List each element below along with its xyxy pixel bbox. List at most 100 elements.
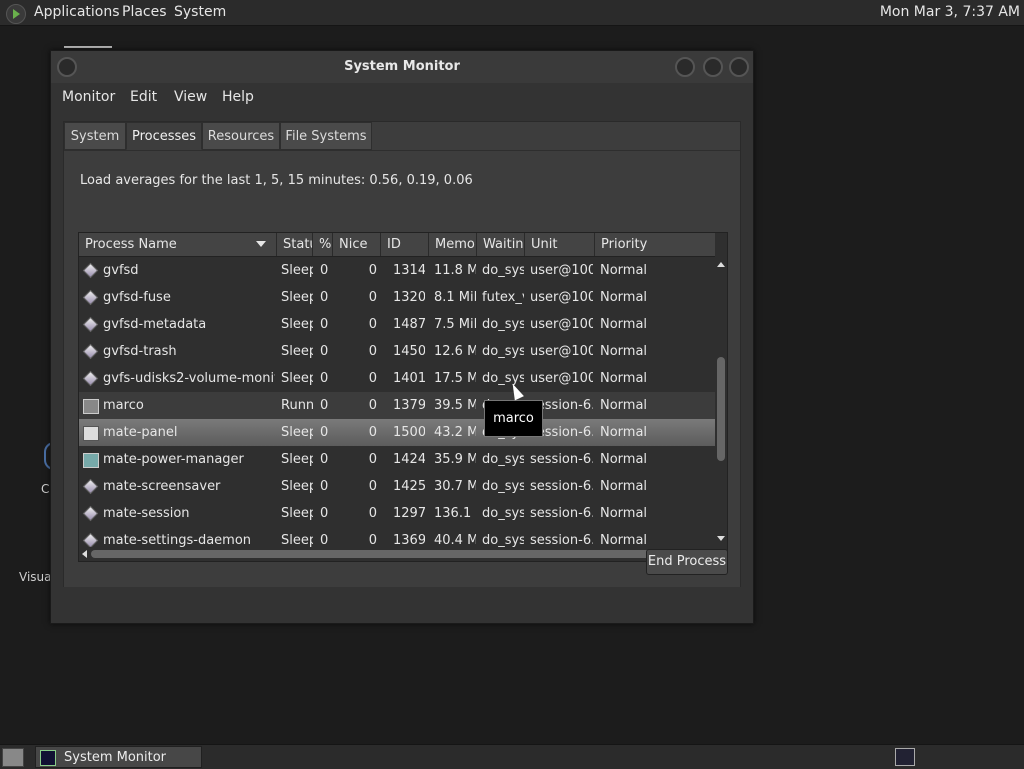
clock[interactable]: Mon Mar 3, 7:37 AM (880, 4, 1020, 20)
cell-unit: session-6. (530, 533, 593, 547)
table-row[interactable]: gvfsd-metadata Sleep 0 0 1487 7.5 MiE do_sys us… (79, 311, 715, 338)
column-status[interactable]: Statu (277, 233, 313, 256)
workspace-switcher-icon[interactable] (895, 748, 915, 766)
tab-resources[interactable]: Resources (202, 122, 280, 150)
places-menu[interactable]: Places (122, 4, 167, 20)
cell-cpu: 0 (320, 506, 329, 521)
maximize-button[interactable] (703, 57, 723, 77)
table-row[interactable]: gvfs-udisks2-volume-monitor Sleep 0 0 1401 17… (79, 365, 715, 392)
cell-nice: 0 (368, 479, 377, 494)
cell-status: Sleep (281, 479, 313, 494)
cell-memory: 39.5 M (434, 398, 476, 413)
top-panel: Applications Places System Mon Mar 3, 7:… (0, 0, 1024, 26)
show-desktop-icon[interactable] (2, 748, 24, 767)
column-id[interactable]: ID (381, 233, 429, 256)
horizontal-scrollbar[interactable] (79, 547, 715, 561)
table-row[interactable]: mate-panelSleep00150043.2 Mdo_syssession… (79, 419, 715, 446)
cell-status: Sleep (281, 506, 313, 521)
cell-id: 1314 (393, 263, 425, 278)
cell-unit: session-6. (530, 506, 593, 521)
applications-menu[interactable]: Applications (34, 4, 120, 20)
table-row[interactable]: mate-screensaver Sleep 0 0 1425 30.7 M do_sys s… (79, 473, 715, 500)
cell-memory: 40.4 M (434, 533, 476, 547)
cell-name: gvfsd (103, 263, 139, 278)
cell-cpu: 0 (320, 425, 329, 440)
process-table: Process Name Statu % Nice ID Memor Waiti… (78, 232, 728, 562)
cell-id: 1500 (393, 425, 425, 440)
column-memory[interactable]: Memor (429, 233, 477, 256)
cell-waiting: futex_v (482, 290, 524, 305)
process-diamond-icon (82, 478, 99, 495)
vertical-scrollbar[interactable] (715, 257, 727, 547)
cell-id: 1401 (393, 371, 425, 386)
table-row[interactable]: gvfsd-trash Sleep 0 0 1450 12.6 Mi do_sys user@… (79, 338, 715, 365)
taskbar-button-system-monitor[interactable]: System Monitor (35, 746, 202, 768)
tab-processes[interactable]: Processes (126, 122, 202, 150)
scroll-up-icon[interactable] (717, 262, 725, 267)
desktop-icon-label[interactable]: C (41, 482, 49, 496)
desktop-icon-fragment (64, 46, 112, 48)
cell-status: Sleep (281, 263, 313, 278)
cell-priority: Normal (600, 371, 648, 386)
menu-view[interactable]: View (174, 89, 207, 105)
cell-priority: Normal (600, 425, 648, 440)
column-cpu-percent[interactable]: % (313, 233, 333, 256)
cell-status: Sleep (281, 344, 313, 359)
menu-monitor[interactable]: Monitor (62, 89, 115, 105)
tab-file-systems[interactable]: File Systems (280, 122, 372, 150)
cell-nice: 0 (368, 533, 377, 547)
cell-memory: 35.9 M (434, 452, 476, 467)
cell-nice: 0 (368, 290, 377, 305)
column-nice[interactable]: Nice (333, 233, 381, 256)
scroll-thumb-horizontal[interactable] (91, 550, 683, 558)
column-priority[interactable]: Priority (595, 233, 715, 256)
cell-id: 1424 (393, 452, 425, 467)
cell-unit: user@1000 (530, 371, 593, 386)
minimize-button[interactable] (675, 57, 695, 77)
tooltip: marco (484, 400, 543, 437)
cell-unit: session-6. (530, 479, 593, 494)
process-diamond-icon (82, 532, 99, 547)
cell-name: marco (103, 398, 144, 413)
menu-help[interactable]: Help (222, 89, 254, 105)
close-button[interactable] (729, 57, 749, 77)
cell-id: 1297 (393, 506, 425, 521)
title-bar[interactable]: System Monitor (51, 51, 753, 83)
system-menu[interactable]: System (174, 4, 226, 20)
column-process-name[interactable]: Process Name (79, 233, 277, 256)
cell-priority: Normal (600, 398, 648, 413)
cell-priority: Normal (600, 290, 648, 305)
table-row[interactable]: gvfsd-fuse Sleep 0 0 1320 8.1 MiE futex_v user@… (79, 284, 715, 311)
end-process-button[interactable]: End Process (646, 549, 728, 575)
column-waiting-channel[interactable]: Waiting (477, 233, 525, 256)
cell-unit: user@1000 (530, 344, 593, 359)
cell-nice: 0 (368, 317, 377, 332)
cell-priority: Normal (600, 452, 648, 467)
cell-name: gvfsd-trash (103, 344, 177, 359)
cell-status: Sleep (281, 290, 313, 305)
menu-edit[interactable]: Edit (130, 89, 157, 105)
cell-nice: 0 (368, 344, 377, 359)
cell-nice: 0 (368, 425, 377, 440)
mate-logo-icon[interactable] (6, 4, 26, 24)
cell-memory: 11.8 Mi (434, 263, 476, 278)
scroll-thumb[interactable] (717, 357, 725, 461)
cell-memory: 12.6 Mi (434, 344, 476, 359)
cell-id: 1450 (393, 344, 425, 359)
tab-system[interactable]: System (64, 122, 126, 150)
table-row[interactable]: marcoRunn00137939.5 Mdo_syssession-6.Nor… (79, 392, 715, 419)
table-row[interactable]: mate-session Sleep 0 0 1297 136.1 M do_sys sess… (79, 500, 715, 527)
notebook: System Processes Resources File Systems … (63, 121, 741, 587)
desktop-icon-label[interactable]: Visua (19, 570, 52, 584)
cell-status: Runn (281, 398, 313, 413)
cell-name: gvfsd-fuse (103, 290, 171, 305)
table-row[interactable]: gvfsd Sleep 0 0 1314 11.8 Mi do_sys user@1000 No… (79, 257, 715, 284)
scroll-down-icon[interactable] (717, 536, 725, 541)
table-row[interactable]: mate-settings-daemon Sleep 0 0 1369 40.4 M do_… (79, 527, 715, 547)
cell-status: Sleep (281, 533, 313, 547)
column-unit[interactable]: Unit (525, 233, 595, 256)
table-row[interactable]: mate-power-manager Sleep 0 0 1424 35.9 M do_sy… (79, 446, 715, 473)
cell-name: mate-session (103, 506, 190, 521)
cell-name: mate-panel (103, 425, 178, 440)
scroll-left-icon[interactable] (82, 550, 87, 558)
